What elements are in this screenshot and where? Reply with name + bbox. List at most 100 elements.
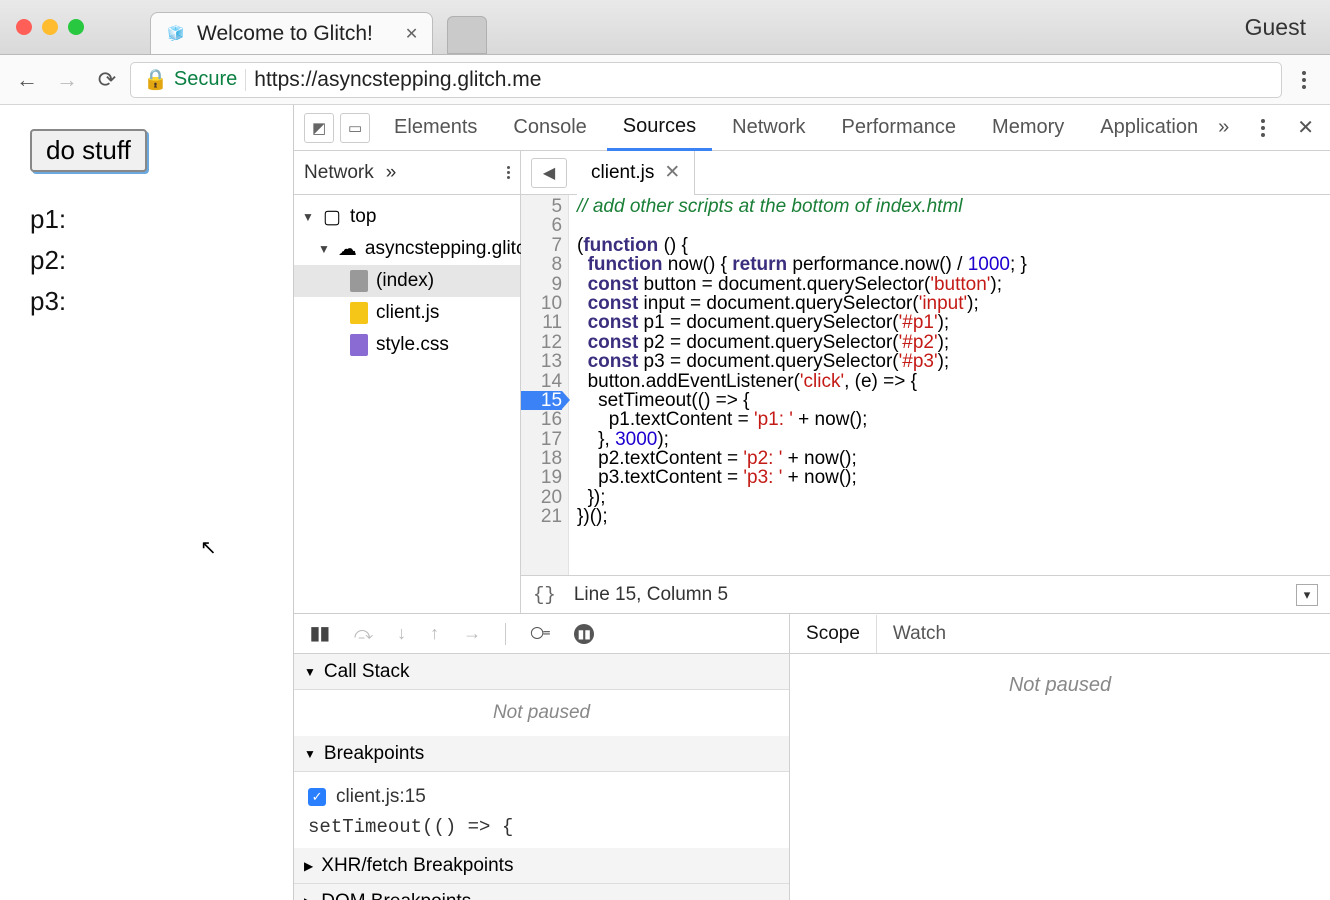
code-line[interactable]: button.addEventListener('click', (e) => … [577, 372, 1027, 391]
minimize-window-button[interactable] [42, 19, 58, 35]
line-number[interactable]: 10 [521, 294, 562, 313]
dom-breakpoints-header[interactable]: ▶ DOM Breakpoints [294, 884, 789, 900]
line-number[interactable]: 8 [521, 255, 562, 274]
tree-top-label: top [350, 206, 376, 228]
code-line[interactable]: // add other scripts at the bottom of in… [577, 197, 1027, 216]
breakpoint-checkbox[interactable]: ✓ [308, 788, 326, 806]
navigator-tab-network[interactable]: Network [304, 162, 374, 184]
devtools-menu-icon[interactable] [1247, 119, 1279, 137]
deactivate-breakpoints-icon[interactable]: ⧃ [530, 623, 550, 644]
reload-button[interactable]: ⟳ [90, 63, 124, 97]
code-editor[interactable]: 56789101112131415161718192021 // add oth… [521, 195, 1330, 575]
secure-indicator: 🔒 Secure [143, 67, 237, 92]
xhr-breakpoints-header[interactable]: ▶ XHR/fetch Breakpoints [294, 848, 789, 884]
line-number[interactable]: 17 [521, 430, 562, 449]
line-number[interactable]: 5 [521, 197, 562, 216]
code-line[interactable]: p1.textContent = 'p1: ' + now(); [577, 410, 1027, 429]
file-name-label: style.css [376, 334, 449, 356]
chevron-right-icon: ▶ [304, 895, 313, 900]
line-number[interactable]: 7 [521, 236, 562, 255]
step-into-icon[interactable]: ↓ [397, 623, 406, 644]
line-number[interactable]: 15 [521, 391, 562, 410]
code-line[interactable]: p2.textContent = 'p2: ' + now(); [577, 449, 1027, 468]
line-number[interactable]: 9 [521, 275, 562, 294]
code-line[interactable] [577, 216, 1027, 235]
tree-file-clientjs[interactable]: client.js [294, 297, 520, 329]
watch-tab[interactable]: Watch [877, 615, 962, 653]
code-line[interactable]: }); [577, 488, 1027, 507]
forward-button[interactable]: → [50, 63, 84, 97]
step-out-icon[interactable]: ↑ [430, 623, 439, 644]
tree-file-stylecss[interactable]: style.css [294, 329, 520, 361]
code-line[interactable]: (function () { [577, 236, 1027, 255]
line-number[interactable]: 13 [521, 352, 562, 371]
line-number[interactable]: 14 [521, 372, 562, 391]
pretty-print-icon[interactable]: {} [533, 584, 556, 606]
do-stuff-button[interactable]: do stuff [30, 129, 147, 172]
zoom-window-button[interactable] [68, 19, 84, 35]
tree-row-origin[interactable]: ▼ ☁ asyncstepping.glitc [294, 233, 520, 265]
pause-icon[interactable]: ▮▮ [310, 623, 330, 644]
navigator-overflow-icon[interactable]: » [386, 162, 397, 184]
code-area[interactable]: // add other scripts at the bottom of in… [569, 195, 1035, 575]
code-line[interactable]: const p1 = document.querySelector('#p1')… [577, 313, 1027, 332]
divider [505, 623, 506, 645]
debugger-toolbar: ▮▮ ⤼ ↓ ↑ → ⧃ ▮▮ [294, 614, 789, 654]
code-line[interactable]: const p3 = document.querySelector('#p3')… [577, 352, 1027, 371]
pause-on-exceptions-icon[interactable]: ▮▮ [574, 624, 594, 644]
navigator-menu-icon[interactable] [507, 166, 510, 179]
code-line[interactable]: const p2 = document.querySelector('#p2')… [577, 333, 1027, 352]
code-line[interactable]: setTimeout(() => { [577, 391, 1027, 410]
code-line[interactable]: function now() { return performance.now(… [577, 255, 1027, 274]
line-number[interactable]: 18 [521, 449, 562, 468]
line-number[interactable]: 12 [521, 333, 562, 352]
tree-row-top[interactable]: ▼ ▢ top [294, 201, 520, 233]
code-line[interactable]: })(); [577, 507, 1027, 526]
close-tab-icon[interactable]: ✕ [405, 24, 418, 44]
browser-toolbar: ← → ⟳ 🔒 Secure https://asyncstepping.gli… [0, 55, 1330, 105]
chevron-down-icon: ▼ [302, 210, 314, 224]
code-line[interactable]: }, 3000); [577, 430, 1027, 449]
inspect-element-icon[interactable]: ◩ [304, 113, 334, 143]
breakpoints-label: Breakpoints [324, 743, 424, 765]
code-line[interactable]: p3.textContent = 'p3: ' + now(); [577, 468, 1027, 487]
new-tab-button[interactable] [447, 16, 487, 54]
line-number[interactable]: 6 [521, 216, 562, 235]
tree-file-index[interactable]: (index) [294, 265, 520, 297]
close-devtools-icon[interactable]: ✕ [1297, 115, 1314, 140]
back-button[interactable]: ← [10, 63, 44, 97]
close-window-button[interactable] [16, 19, 32, 35]
code-line[interactable]: const input = document.querySelector('in… [577, 294, 1027, 313]
line-gutter[interactable]: 56789101112131415161718192021 [521, 195, 569, 575]
chevron-right-icon: ▶ [304, 859, 313, 873]
tab-application[interactable]: Application [1084, 106, 1214, 149]
tab-elements[interactable]: Elements [378, 106, 493, 149]
step-icon[interactable]: → [463, 623, 481, 644]
line-number[interactable]: 21 [521, 507, 562, 526]
code-line[interactable]: const button = document.querySelector('b… [577, 275, 1027, 294]
line-number[interactable]: 11 [521, 313, 562, 332]
line-number[interactable]: 19 [521, 468, 562, 487]
tab-console[interactable]: Console [497, 106, 602, 149]
line-number[interactable]: 16 [521, 410, 562, 429]
line-number[interactable]: 20 [521, 488, 562, 507]
call-stack-header[interactable]: ▼ Call Stack [294, 654, 789, 690]
address-bar[interactable]: 🔒 Secure https://asyncstepping.glitch.me [130, 62, 1282, 98]
scope-tab[interactable]: Scope [790, 615, 877, 653]
step-over-icon[interactable]: ⤼ [354, 623, 373, 644]
breakpoint-item[interactable]: ✓ client.js:15 [308, 782, 775, 812]
tab-memory[interactable]: Memory [976, 106, 1080, 149]
tab-performance[interactable]: Performance [826, 106, 973, 149]
tab-network[interactable]: Network [716, 106, 821, 149]
tab-sources[interactable]: Sources [607, 105, 712, 151]
profile-guest-label[interactable]: Guest [1245, 14, 1306, 41]
chrome-menu-button[interactable] [1288, 71, 1320, 89]
close-editor-tab-icon[interactable]: ✕ [664, 161, 680, 184]
toggle-navigator-icon[interactable]: ◀ [531, 158, 567, 188]
breakpoints-header[interactable]: ▼ Breakpoints [294, 736, 789, 772]
toggle-sidebar-icon[interactable]: ▾ [1296, 584, 1318, 606]
browser-tab[interactable]: 🧊 Welcome to Glitch! ✕ [150, 12, 433, 54]
editor-tab-clientjs[interactable]: client.js ✕ [577, 151, 695, 195]
tabs-overflow-icon[interactable]: » [1218, 116, 1229, 139]
device-toolbar-icon[interactable]: ▭ [340, 113, 370, 143]
